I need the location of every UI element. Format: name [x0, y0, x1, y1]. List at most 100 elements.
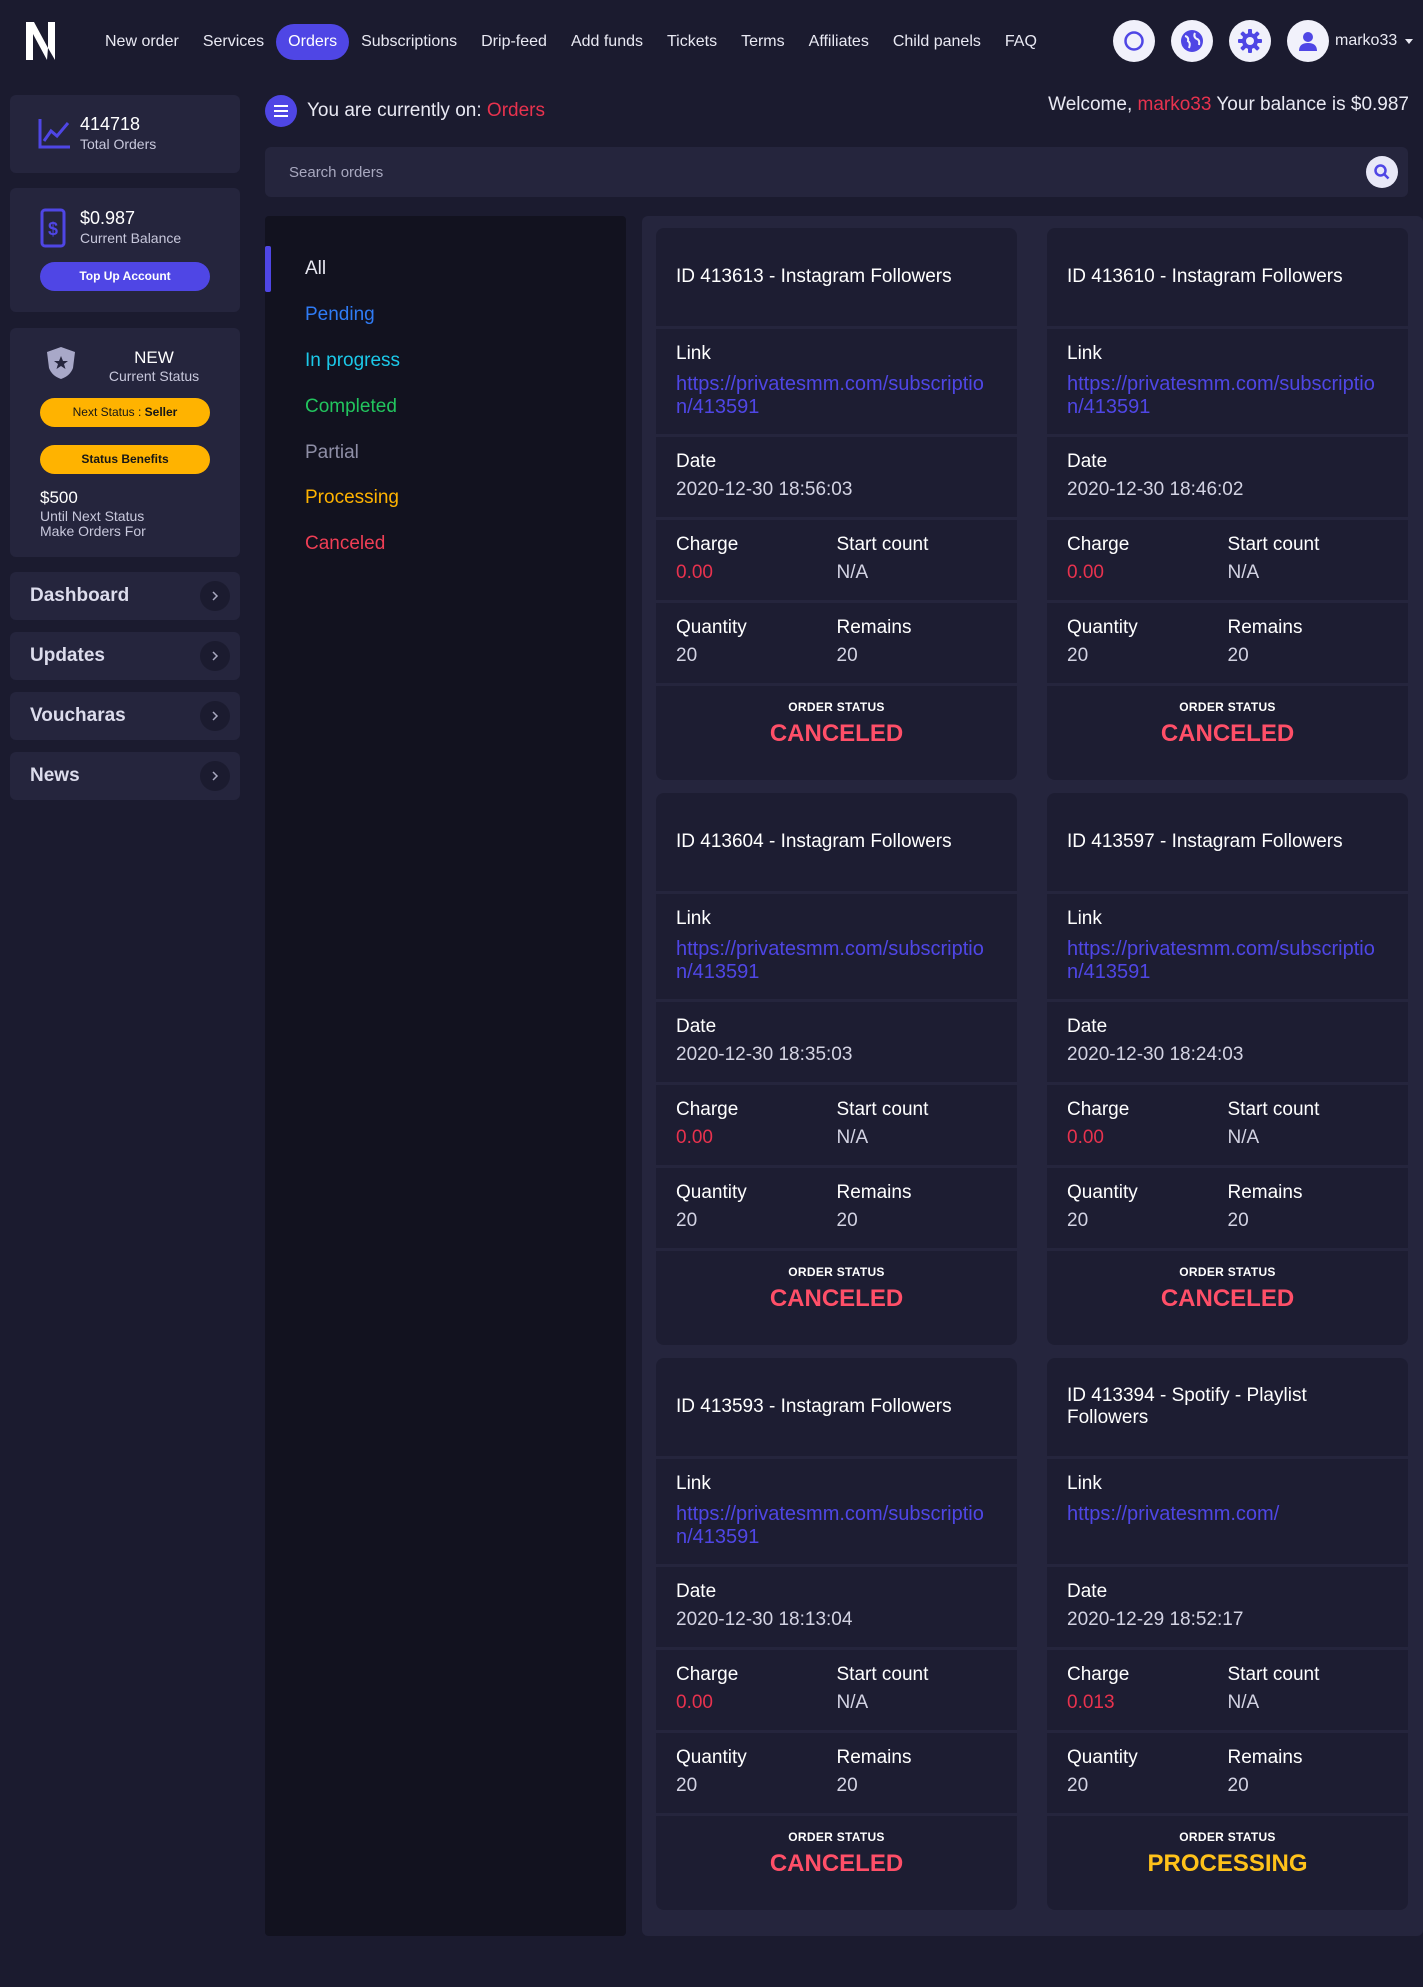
charge-label: Charge: [1067, 1664, 1130, 1685]
chevron-right-icon: [200, 641, 230, 671]
order-status-badge: CANCELED: [769, 1285, 904, 1312]
date-label: Date: [1067, 1016, 1108, 1037]
next-status-note-1: Until Next Status: [40, 508, 145, 524]
remains-label: Remains: [836, 617, 912, 638]
order-link[interactable]: https://privatesmm.com/subscription/4135…: [1067, 373, 1388, 419]
welcome-prefix: Welcome,: [1048, 94, 1133, 115]
order-remains: 20: [1227, 1210, 1249, 1231]
theme-toggle-button[interactable]: [1113, 20, 1155, 62]
order-start-count: N/A: [836, 562, 869, 583]
order-quantity: 20: [676, 645, 698, 666]
language-button[interactable]: [1171, 20, 1213, 62]
order-date-row: Date 2020-12-29 18:52:17: [1047, 1567, 1408, 1650]
nav-item-orders[interactable]: Orders: [276, 24, 350, 60]
remains-label: Remains: [1227, 1182, 1303, 1203]
start-count-label: Start count: [836, 1664, 929, 1685]
order-link[interactable]: https://privatesmm.com/subscription/4135…: [676, 1503, 997, 1549]
filter-pending[interactable]: Pending: [305, 304, 375, 326]
sidebar-link-updates[interactable]: Updates: [10, 632, 240, 680]
charge-label: Charge: [1067, 1099, 1130, 1120]
user-menu[interactable]: marko33: [1287, 20, 1414, 62]
nav-item-subscriptions[interactable]: Subscriptions: [349, 24, 469, 60]
start-count-label: Start count: [836, 1099, 929, 1120]
total-orders-card: 414718 Total Orders: [10, 95, 240, 173]
nav-item-add-funds[interactable]: Add funds: [559, 24, 655, 60]
order-date-row: Date 2020-12-30 18:46:02: [1047, 437, 1408, 520]
gear-icon: [1238, 29, 1262, 53]
order-link[interactable]: https://privatesmm.com/subscription/4135…: [1067, 938, 1388, 984]
nav-item-affiliates[interactable]: Affiliates: [797, 24, 881, 60]
menu-toggle-button[interactable]: [265, 95, 297, 127]
nav-item-drip-feed[interactable]: Drip-feed: [469, 24, 559, 60]
order-link-row: Link https://privatesmm.com/: [1047, 1459, 1408, 1567]
filter-partial[interactable]: Partial: [305, 442, 359, 464]
order-start-count: N/A: [1227, 1692, 1260, 1713]
remains-label: Remains: [1227, 1747, 1303, 1768]
charge-label: Charge: [1067, 534, 1130, 555]
chart-line-icon: [38, 119, 70, 149]
sidebar-link-label: Dashboard: [30, 585, 130, 606]
nav-item-new-order[interactable]: New order: [93, 24, 191, 60]
order-link[interactable]: https://privatesmm.com/subscription/4135…: [676, 373, 997, 419]
date-label: Date: [676, 1016, 717, 1037]
nav-item-faq[interactable]: FAQ: [993, 24, 1049, 60]
link-label: Link: [1067, 1473, 1102, 1494]
nav-item-tickets[interactable]: Tickets: [655, 24, 729, 60]
order-status-badge: PROCESSING: [1147, 1850, 1308, 1877]
filter-all[interactable]: All: [305, 258, 326, 280]
nav-item-services[interactable]: Services: [191, 24, 276, 60]
sidebar-link-news[interactable]: News: [10, 752, 240, 800]
avatar[interactable]: [1287, 20, 1329, 62]
settings-button[interactable]: [1229, 20, 1271, 62]
brand-logo[interactable]: [24, 18, 58, 64]
order-link-row: Link https://privatesmm.com/subscription…: [656, 329, 1017, 437]
remains-label: Remains: [836, 1182, 912, 1203]
filter-canceled[interactable]: Canceled: [305, 533, 385, 555]
order-date: 2020-12-30 18:24:03: [1067, 1044, 1244, 1065]
chevron-right-icon: [200, 581, 230, 611]
order-title: ID 413610 - Instagram Followers: [1047, 228, 1408, 329]
status-card: NEW Current Status Next Status : Seller …: [10, 328, 240, 557]
next-status-button[interactable]: Next Status : Seller: [40, 398, 210, 427]
start-count-label: Start count: [1227, 1664, 1320, 1685]
filter-processing[interactable]: Processing: [305, 487, 399, 509]
sidebar-link-voucharas[interactable]: Voucharas: [10, 692, 240, 740]
top-up-account-button[interactable]: Top Up Account: [40, 262, 210, 291]
nav-item-terms[interactable]: Terms: [729, 24, 797, 60]
search-button[interactable]: [1366, 156, 1398, 188]
order-link[interactable]: https://privatesmm.com/subscription/4135…: [676, 938, 997, 984]
current-status-value: NEW: [134, 348, 174, 367]
quantity-label: Quantity: [1067, 1747, 1138, 1768]
start-count-label: Start count: [1227, 1099, 1320, 1120]
caret-down-icon[interactable]: [1405, 38, 1414, 44]
search-input[interactable]: [289, 163, 1366, 181]
sidebar-link-dashboard[interactable]: Dashboard: [10, 572, 240, 620]
order-status-label: ORDER STATUS: [1179, 700, 1276, 714]
breadcrumb: You are currently on: Orders: [265, 95, 545, 127]
order-card: ID 413610 - Instagram Followers Link htt…: [1047, 228, 1408, 780]
search-bar: [265, 147, 1408, 197]
order-charge-row: Charge 0.00 Start count N/A: [1047, 520, 1408, 603]
order-start-count: N/A: [836, 1127, 869, 1148]
quantity-label: Quantity: [1067, 617, 1138, 638]
status-benefits-button[interactable]: Status Benefits: [40, 445, 210, 474]
order-status: ORDER STATUS CANCELED: [656, 1251, 1017, 1313]
nav-item-child-panels[interactable]: Child panels: [881, 24, 993, 60]
filter-completed[interactable]: Completed: [305, 396, 397, 418]
order-card: ID 413394 - Spotify - Playlist Followers…: [1047, 1358, 1408, 1910]
search-icon: [1374, 164, 1390, 180]
username[interactable]: marko33: [1335, 32, 1397, 50]
order-link[interactable]: https://privatesmm.com/: [1067, 1503, 1388, 1526]
order-date: 2020-12-29 18:52:17: [1067, 1609, 1244, 1630]
filter-in-progress[interactable]: In progress: [305, 350, 400, 372]
order-link-row: Link https://privatesmm.com/subscription…: [656, 894, 1017, 1002]
link-label: Link: [676, 1473, 711, 1494]
link-label: Link: [1067, 343, 1102, 364]
order-remains: 20: [836, 1210, 858, 1231]
order-start-count: N/A: [1227, 562, 1260, 583]
welcome-username: marko33: [1137, 94, 1212, 115]
order-date-row: Date 2020-12-30 18:56:03: [656, 437, 1017, 520]
shield-star-icon: [47, 347, 75, 379]
order-title: ID 413597 - Instagram Followers: [1047, 793, 1408, 894]
order-status-label: ORDER STATUS: [1179, 1830, 1276, 1844]
